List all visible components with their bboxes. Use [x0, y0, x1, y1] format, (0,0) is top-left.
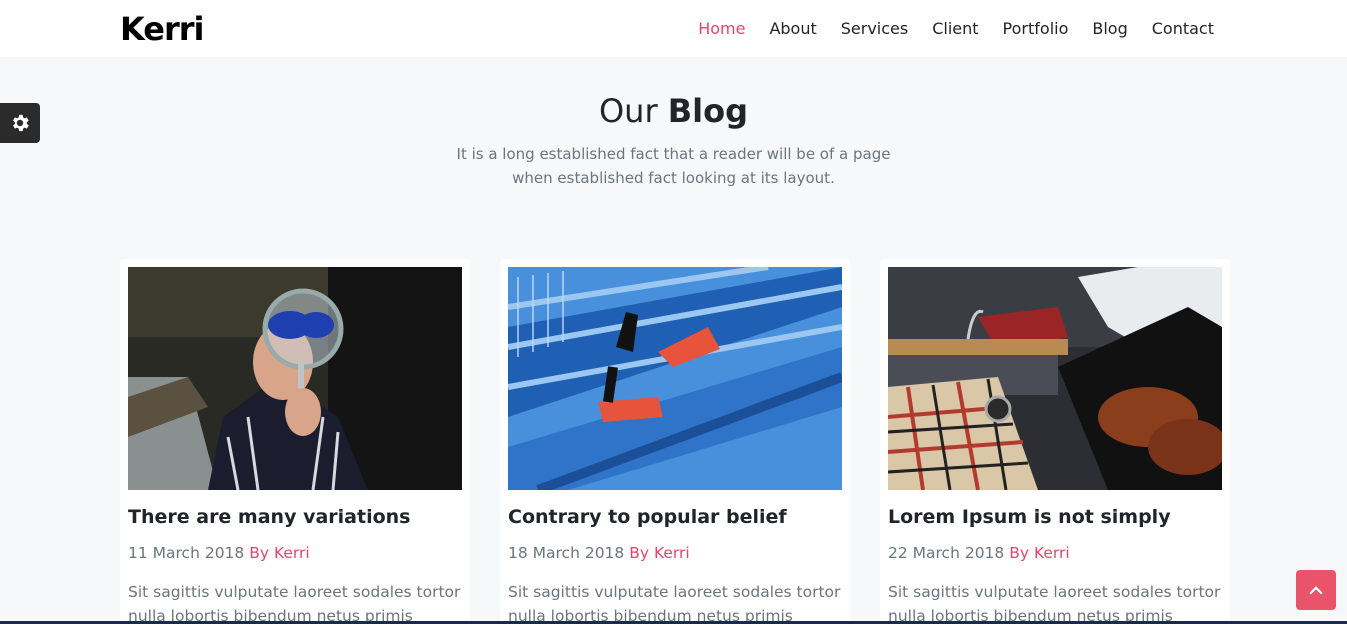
back-to-top-button[interactable] — [1296, 570, 1336, 610]
blog-card-author[interactable]: By Kerri — [1009, 544, 1069, 562]
nav-about[interactable]: About — [769, 19, 816, 38]
blog-card-excerpt: Sit sagittis vulputate laoreet sodales t… — [128, 583, 461, 624]
blog-card-date: 18 March 2018 — [508, 544, 625, 562]
blog-card-image[interactable] — [128, 267, 462, 490]
blog-card-author[interactable]: By Kerri — [629, 544, 689, 562]
nav-services[interactable]: Services — [841, 19, 908, 38]
nav-portfolio[interactable]: Portfolio — [1003, 19, 1069, 38]
blog-card[interactable]: Contrary to popular belief 18 March 2018… — [500, 259, 850, 624]
section-title-light: Our — [598, 92, 658, 130]
blog-card-date: 22 March 2018 — [888, 544, 1005, 562]
blog-card-title[interactable]: Lorem Ipsum is not simply — [888, 506, 1222, 528]
blog-card-image[interactable] — [888, 267, 1222, 490]
blog-card-meta: 18 March 2018 By Kerri — [508, 544, 842, 562]
nav-blog[interactable]: Blog — [1092, 19, 1127, 38]
blog-card[interactable]: There are many variations 11 March 2018 … — [120, 259, 470, 624]
nav-client[interactable]: Client — [932, 19, 978, 38]
blog-card-date: 11 March 2018 — [128, 544, 245, 562]
navbar: Kerri Home About Services Client Portfol… — [0, 0, 1347, 57]
blog-card-title[interactable]: Contrary to popular belief — [508, 506, 842, 528]
blog-card-image[interactable] — [508, 267, 842, 490]
blog-card-meta: 11 March 2018 By Kerri — [128, 544, 462, 562]
blog-card-excerpt: Sit sagittis vulputate laoreet sodales t… — [508, 583, 841, 624]
blog-section-header: Our Blog It is a long established fact t… — [0, 92, 1347, 190]
main-nav: Home About Services Client Portfolio Blo… — [698, 19, 1214, 38]
blog-card-title[interactable]: There are many variations — [128, 506, 462, 528]
blog-card-meta: 22 March 2018 By Kerri — [888, 544, 1222, 562]
blog-card[interactable]: Lorem Ipsum is not simply 22 March 2018 … — [880, 259, 1230, 624]
chevron-up-icon — [1309, 586, 1323, 595]
section-description: It is a long established fact that a rea… — [456, 145, 891, 187]
blog-card-author[interactable]: By Kerri — [249, 544, 309, 562]
nav-contact[interactable]: Contact — [1152, 19, 1214, 38]
logo[interactable]: Kerri — [120, 10, 204, 48]
section-title-bold: Blog — [667, 92, 749, 130]
blog-card-excerpt: Sit sagittis vulputate laoreet sodales t… — [888, 583, 1221, 624]
nav-home[interactable]: Home — [698, 19, 745, 38]
section-title: Our Blog — [0, 92, 1347, 130]
